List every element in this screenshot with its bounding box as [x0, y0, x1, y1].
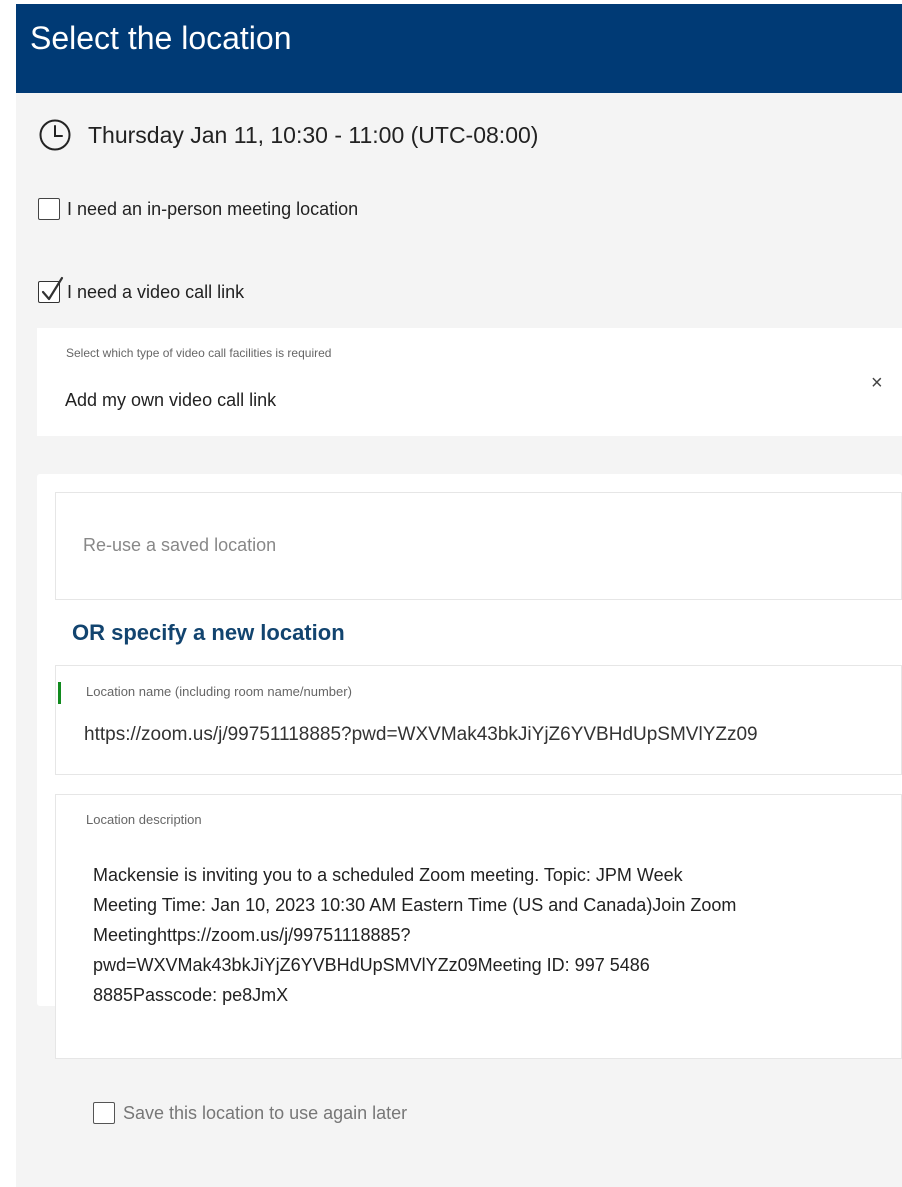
- video-type-select[interactable]: Select which type of video call faciliti…: [37, 328, 902, 436]
- location-description-input[interactable]: Mackensie is inviting you to a scheduled…: [93, 860, 893, 1010]
- location-description-field[interactable]: Location description Mackensie is inviti…: [55, 794, 902, 1059]
- in-person-option[interactable]: I need an in-person meeting location: [38, 198, 358, 220]
- description-line: Meeting Time: Jan 10, 2023 10:30 AM East…: [93, 895, 737, 915]
- clock-icon: [39, 119, 71, 151]
- saved-location-select[interactable]: Re-use a saved location: [55, 492, 902, 600]
- dialog-header: Select the location: [16, 0, 902, 93]
- video-option[interactable]: I need a video call link: [38, 276, 245, 303]
- description-line: Mackensie is inviting you to a scheduled…: [93, 865, 683, 885]
- close-icon[interactable]: ×: [871, 372, 883, 395]
- video-type-value: Add my own video call link: [65, 390, 277, 410]
- in-person-checkbox[interactable]: [38, 198, 60, 220]
- save-location-option[interactable]: Save this location to use again later: [93, 1102, 407, 1124]
- meeting-time-text: Thursday Jan 11, 10:30 - 11:00 (UTC-08:0…: [88, 121, 539, 148]
- video-checkbox[interactable]: [38, 276, 64, 303]
- location-name-field[interactable]: Location name (including room name/numbe…: [55, 665, 902, 775]
- meeting-time: Thursday Jan 11, 10:30 - 11:00 (UTC-08:0…: [38, 118, 538, 152]
- save-location-checkbox[interactable]: [93, 1102, 115, 1124]
- save-location-label: Save this location to use again later: [123, 1102, 408, 1123]
- video-label: I need a video call link: [67, 281, 245, 302]
- location-description-caption: Location description: [86, 812, 202, 827]
- video-type-caption: Select which type of video call faciliti…: [66, 346, 332, 360]
- description-line: 8885Passcode: pe8JmX: [93, 985, 289, 1005]
- saved-location-placeholder: Re-use a saved location: [83, 535, 277, 555]
- focus-indicator: [58, 682, 61, 704]
- page-title: Select the location: [30, 20, 292, 56]
- description-line: Meetinghttps://zoom.us/j/99751118885?: [93, 925, 411, 945]
- location-name-caption: Location name (including room name/numbe…: [86, 684, 352, 699]
- location-name-input[interactable]: https://zoom.us/j/99751118885?pwd=WXVMak…: [84, 724, 758, 746]
- new-location-heading: OR specify a new location: [72, 620, 345, 645]
- description-line: pwd=WXVMak43bkJiYjZ6YVBHdUpSMVlYZz09Meet…: [93, 955, 650, 975]
- checkmark-icon: [41, 276, 64, 301]
- in-person-label: I need an in-person meeting location: [67, 198, 359, 219]
